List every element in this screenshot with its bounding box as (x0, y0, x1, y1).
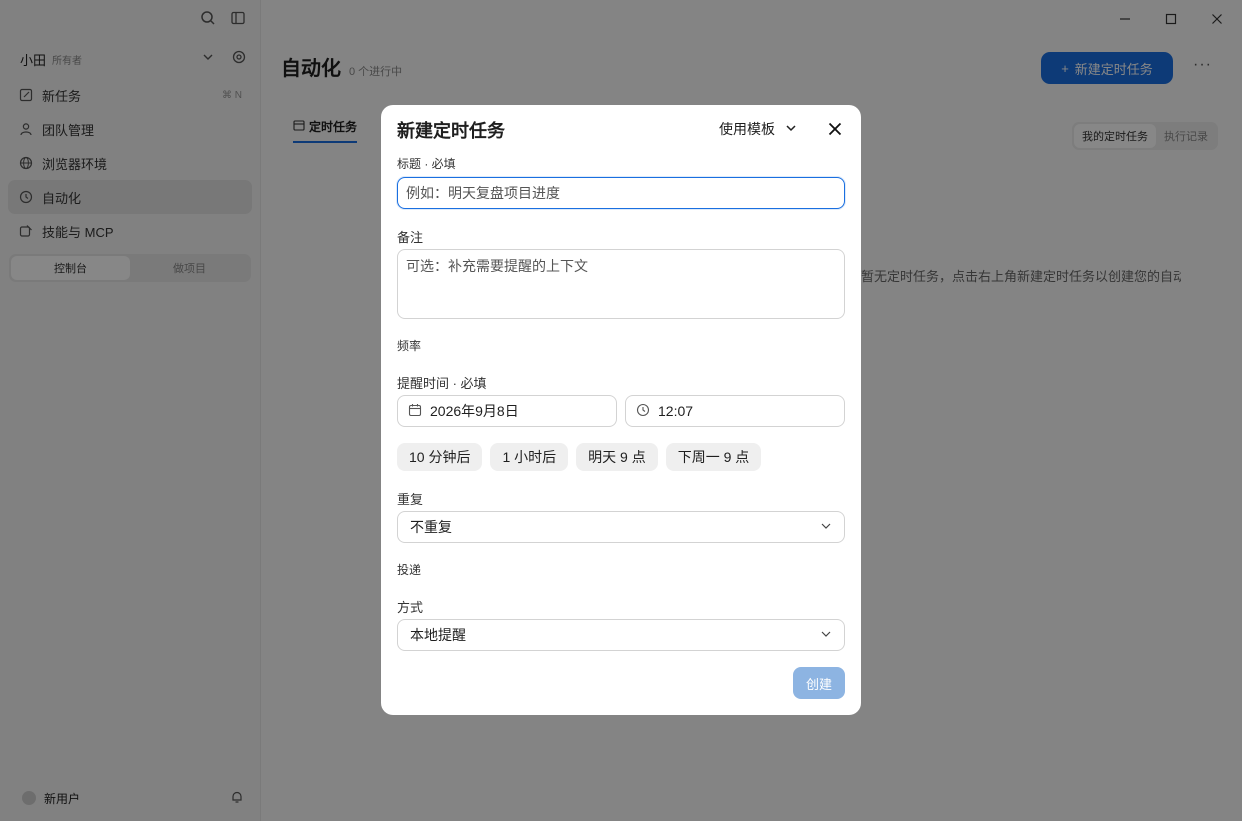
date-value: 2026年9月8日 (430, 403, 519, 419)
delivery-section-label: 投递 (397, 563, 422, 577)
quick-time-chips: 10 分钟后 1 小时后 明天 9 点 下周一 9 点 (397, 443, 762, 471)
chip-tomorrow-9[interactable]: 明天 9 点 (576, 443, 658, 471)
method-select[interactable]: 本地提醒 (397, 619, 845, 651)
repeat-label: 重复 (397, 492, 424, 507)
reminder-time-label: 提醒时间 · 必填 (397, 376, 487, 391)
chip-next-monday-9[interactable]: 下周一 9 点 (665, 443, 762, 471)
method-value: 本地提醒 (410, 627, 466, 643)
title-field-label: 标题 · 必填 (397, 157, 456, 171)
clock-icon (636, 403, 650, 420)
repeat-select[interactable]: 不重复 (397, 511, 845, 543)
dialog-header: 新建定时任务 使用模板 (397, 105, 845, 153)
frequency-section-label: 频率 (397, 339, 422, 353)
time-value: 12:07 (658, 403, 694, 419)
title-input[interactable] (406, 185, 836, 201)
method-label: 方式 (397, 600, 424, 615)
chip-10-minutes[interactable]: 10 分钟后 (397, 443, 483, 471)
use-template-dropdown[interactable]: 使用模板 (719, 119, 797, 139)
title-input-wrapper (397, 177, 845, 209)
chevron-down-icon (785, 121, 797, 137)
new-task-dialog: 新建定时任务 使用模板 标题 · 必填 备注 频率 提醒时间 · 必填 2026… (381, 105, 861, 715)
template-label: 使用模板 (719, 121, 775, 137)
reminder-time-row: 2026年9月8日 12:07 (397, 395, 845, 427)
time-picker[interactable]: 12:07 (625, 395, 845, 427)
calendar-icon (408, 403, 422, 420)
note-textarea[interactable] (397, 249, 845, 319)
note-field-label: 备注 (397, 230, 424, 245)
create-button[interactable]: 创建 (793, 667, 845, 699)
repeat-value: 不重复 (410, 519, 452, 535)
date-picker[interactable]: 2026年9月8日 (397, 395, 617, 427)
chevron-down-icon (820, 519, 832, 535)
chevron-down-icon (820, 627, 832, 643)
chip-1-hour[interactable]: 1 小时后 (490, 443, 569, 471)
dialog-title: 新建定时任务 (397, 121, 505, 141)
close-icon[interactable] (825, 119, 845, 139)
